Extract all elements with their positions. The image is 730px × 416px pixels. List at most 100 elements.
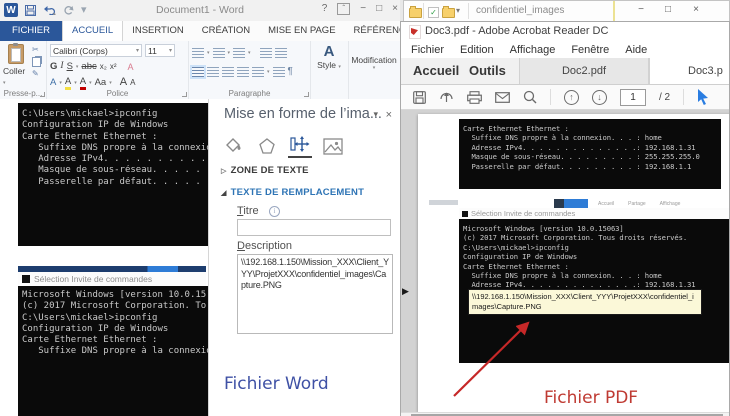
qat-dropdown-icon[interactable]: ▾	[456, 6, 460, 15]
maximize-button[interactable]: □	[665, 4, 671, 15]
dialog-launcher-icon[interactable]	[182, 92, 187, 97]
pdf-console-screenshot-1: Carte Ethernet Ethernet : Suffixe DNS pr…	[459, 119, 721, 189]
fill-line-tab[interactable]	[222, 134, 246, 158]
paste-button[interactable]: Coller ▾	[3, 43, 29, 86]
bullet-list-icon[interactable]	[192, 47, 204, 58]
previous-page-icon[interactable]: ↑	[564, 89, 579, 105]
nav-pane-toggle-icon[interactable]: ▶	[402, 286, 409, 297]
strikethrough-button[interactable]: abc	[81, 61, 96, 72]
tab-references[interactable]: RÉFÉRENCES	[345, 21, 400, 41]
minimize-button[interactable]: −	[360, 3, 366, 15]
align-right-icon[interactable]	[222, 66, 234, 77]
multilevel-list-icon[interactable]	[233, 47, 246, 58]
dialog-launcher-icon[interactable]	[304, 92, 309, 97]
acrobat-menubar[interactable]: Fichier Edition Affichage Fenêtre Aide	[401, 41, 729, 58]
tab-accueil[interactable]: ACCUEIL	[62, 21, 124, 41]
menu-item: Affichage	[509, 43, 556, 56]
print-icon[interactable]	[467, 90, 482, 104]
tab-insertion[interactable]: INSERTION	[123, 21, 193, 41]
effects-tab[interactable]	[255, 134, 279, 158]
explorer-ribbon-tab: Accueil	[598, 200, 615, 207]
save-icon[interactable]	[413, 90, 426, 104]
copy-icon[interactable]	[32, 57, 41, 67]
italic-button[interactable]: I	[60, 61, 63, 72]
info-icon[interactable]: i	[269, 206, 280, 217]
horizontal-scrollbar[interactable]	[401, 412, 729, 416]
folder-icon[interactable]	[442, 6, 455, 18]
cut-icon[interactable]: ✂	[32, 46, 41, 54]
section-texte-de-remplacement[interactable]: ◢ TEXTE DE REMPLACEMENT	[221, 187, 364, 198]
shrink-font-button[interactable]: A	[130, 77, 135, 88]
search-icon[interactable]	[523, 90, 537, 104]
divider	[683, 89, 685, 105]
description-textarea[interactable]: \\192.168.1.150\Mission_XXX\Client_YYY\P…	[237, 254, 393, 334]
decrease-indent-icon[interactable]	[259, 47, 272, 58]
justify-icon[interactable]	[237, 66, 249, 77]
minimize-button[interactable]: −	[638, 4, 644, 15]
font-name-select[interactable]: Calibri (Corps) ▾	[50, 44, 142, 57]
picture-tab[interactable]	[321, 134, 345, 158]
annotation-fichier-word: Fichier Word	[224, 374, 329, 394]
maximize-button[interactable]: □	[376, 3, 382, 15]
underline-button[interactable]: S	[67, 61, 73, 72]
word-ribbon: Coller ▾ ✂ ✎ Presse-p... Calibri (Corps)…	[0, 41, 400, 100]
path-tooltip: \\192.168.1.150\Mission_XXX\Client_YYY\P…	[468, 289, 702, 315]
ribbon-display-options-icon[interactable]: ⌃	[337, 3, 351, 15]
pdf-document-area[interactable]: ▶ Carte Ethernet Ethernet : Suffixe DNS …	[401, 110, 729, 412]
acrobat-window: Doc3.pdf - Adobe Acrobat Reader DC Fichi…	[400, 21, 730, 416]
help-icon[interactable]: ?	[322, 3, 328, 15]
superscript-button[interactable]: x²	[110, 61, 117, 72]
document-tab-doc3[interactable]: Doc3.p	[649, 58, 729, 84]
checkmark-icon[interactable]: ✓	[428, 7, 439, 18]
highlight-color-button[interactable]: A	[64, 76, 72, 90]
bold-button[interactable]: G	[50, 61, 57, 72]
align-center-icon[interactable]	[207, 66, 219, 77]
console-line: Suffixe DNS propre à la connexion	[22, 142, 208, 153]
tab-accueil[interactable]: Accueil	[413, 63, 459, 78]
cmd-window-titlebar: Sélection Invite de commandes	[18, 272, 206, 287]
layout-properties-tab[interactable]	[288, 132, 312, 158]
shading-icon[interactable]	[272, 66, 285, 77]
tab-creation[interactable]: CRÉATION	[193, 21, 259, 41]
font-color-button[interactable]: A	[79, 76, 87, 90]
clear-formatting-icon[interactable]: A	[128, 62, 134, 72]
tab-outils[interactable]: Outils	[469, 63, 506, 78]
console-line: Microsoft Windows [version 10.0.15063]	[463, 224, 624, 233]
description-label: Description	[237, 240, 293, 252]
console-line: Passerelle par défaut. . . . . . . . . :…	[463, 161, 692, 171]
select-cursor-icon[interactable]	[697, 89, 709, 105]
pane-title: Mise en forme de l’ima...	[224, 106, 382, 122]
page-number-input[interactable]: 1	[620, 88, 646, 106]
tab-mise-en-page[interactable]: MISE EN PAGE	[259, 21, 344, 41]
style-button[interactable]: A Style ▾	[314, 44, 344, 71]
grow-font-button[interactable]: A	[120, 77, 127, 88]
word-window: W ▾ Document1 - Word ? ⌃ − □ × FICHIER A…	[0, 0, 400, 416]
acrobat-toolbar: ↑ ↓ 1 / 2	[401, 85, 729, 110]
section-zone-de-texte[interactable]: ▷ ZONE DE TEXTE	[221, 165, 309, 176]
format-picture-pane: Mise en forme de l’ima... ▾ × ▷ ZONE DE …	[208, 99, 400, 416]
dialog-launcher-icon[interactable]	[40, 92, 45, 97]
text-effects-button[interactable]: A	[50, 77, 56, 88]
pane-dropdown-icon[interactable]: ▾	[373, 109, 378, 120]
share-upload-icon[interactable]	[439, 90, 454, 104]
format-painter-icon[interactable]: ✎	[32, 70, 41, 78]
modification-button[interactable]: Modification ▾	[351, 44, 396, 82]
next-page-icon[interactable]: ↓	[592, 89, 607, 105]
subscript-button[interactable]: x₂	[100, 61, 107, 72]
titre-input[interactable]	[237, 219, 391, 236]
email-icon[interactable]	[495, 91, 510, 103]
word-document-area[interactable]: C:\Users\mickael>ipconfig Configuration I…	[0, 99, 208, 416]
numbered-list-icon[interactable]	[212, 47, 225, 58]
increase-indent-icon[interactable]	[274, 47, 287, 58]
line-spacing-icon[interactable]	[252, 66, 264, 77]
change-case-button[interactable]: Aa	[95, 77, 107, 88]
console-line: Configuration IP de Windows	[22, 120, 169, 131]
align-left-icon[interactable]	[190, 64, 206, 79]
tab-fichier[interactable]: FICHIER	[0, 21, 62, 41]
close-button[interactable]: ×	[693, 4, 699, 15]
pane-close-icon[interactable]: ×	[386, 109, 392, 121]
close-button[interactable]: ×	[392, 3, 398, 15]
font-size-select[interactable]: 11 ▾	[145, 44, 175, 57]
pilcrow-icon[interactable]: ¶	[288, 66, 293, 77]
document-tab-doc2[interactable]: Doc2.pdf	[519, 58, 649, 84]
